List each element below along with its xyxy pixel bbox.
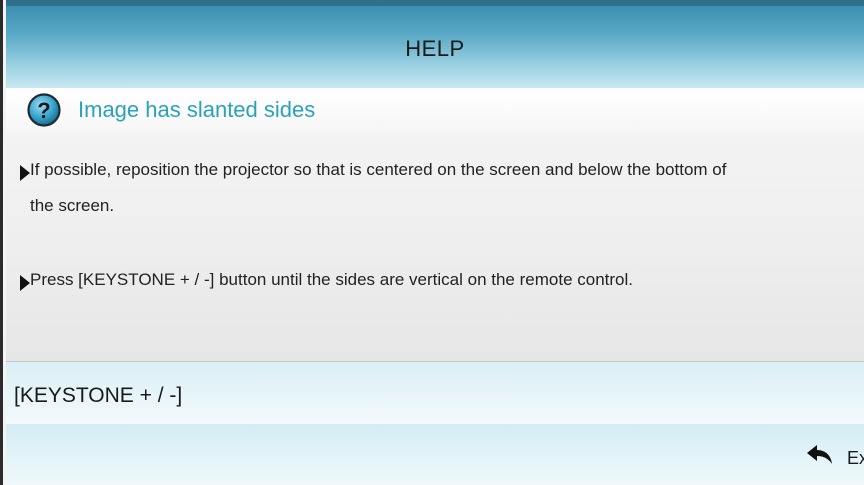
keystone-row: [KEYSTONE + / -] bbox=[6, 362, 864, 424]
return-arrow-icon bbox=[807, 445, 832, 464]
bullet-text: If possible, reposition the projector so… bbox=[30, 160, 727, 215]
help-content: If possible, reposition the projector so… bbox=[6, 134, 864, 361]
help-header: HELP bbox=[6, 0, 864, 88]
topic-title: Image has slanted sides bbox=[78, 97, 316, 122]
bullet-arrow-icon bbox=[20, 165, 30, 181]
bullet-arrow-icon bbox=[20, 275, 30, 291]
page-title: HELP bbox=[405, 36, 465, 61]
help-dialog: HELP ? Image has slanted sides If possib… bbox=[0, 0, 864, 485]
exit-label: Exit bbox=[847, 448, 864, 468]
svg-text:?: ? bbox=[37, 98, 50, 123]
bullet-text: Press [KEYSTONE + / -] button until the … bbox=[30, 270, 633, 289]
keystone-label: [KEYSTONE + / -] bbox=[14, 384, 183, 407]
question-icon: ? bbox=[27, 93, 61, 127]
help-topic: ? Image has slanted sides bbox=[6, 88, 864, 134]
help-footer: Exit bbox=[6, 424, 864, 485]
